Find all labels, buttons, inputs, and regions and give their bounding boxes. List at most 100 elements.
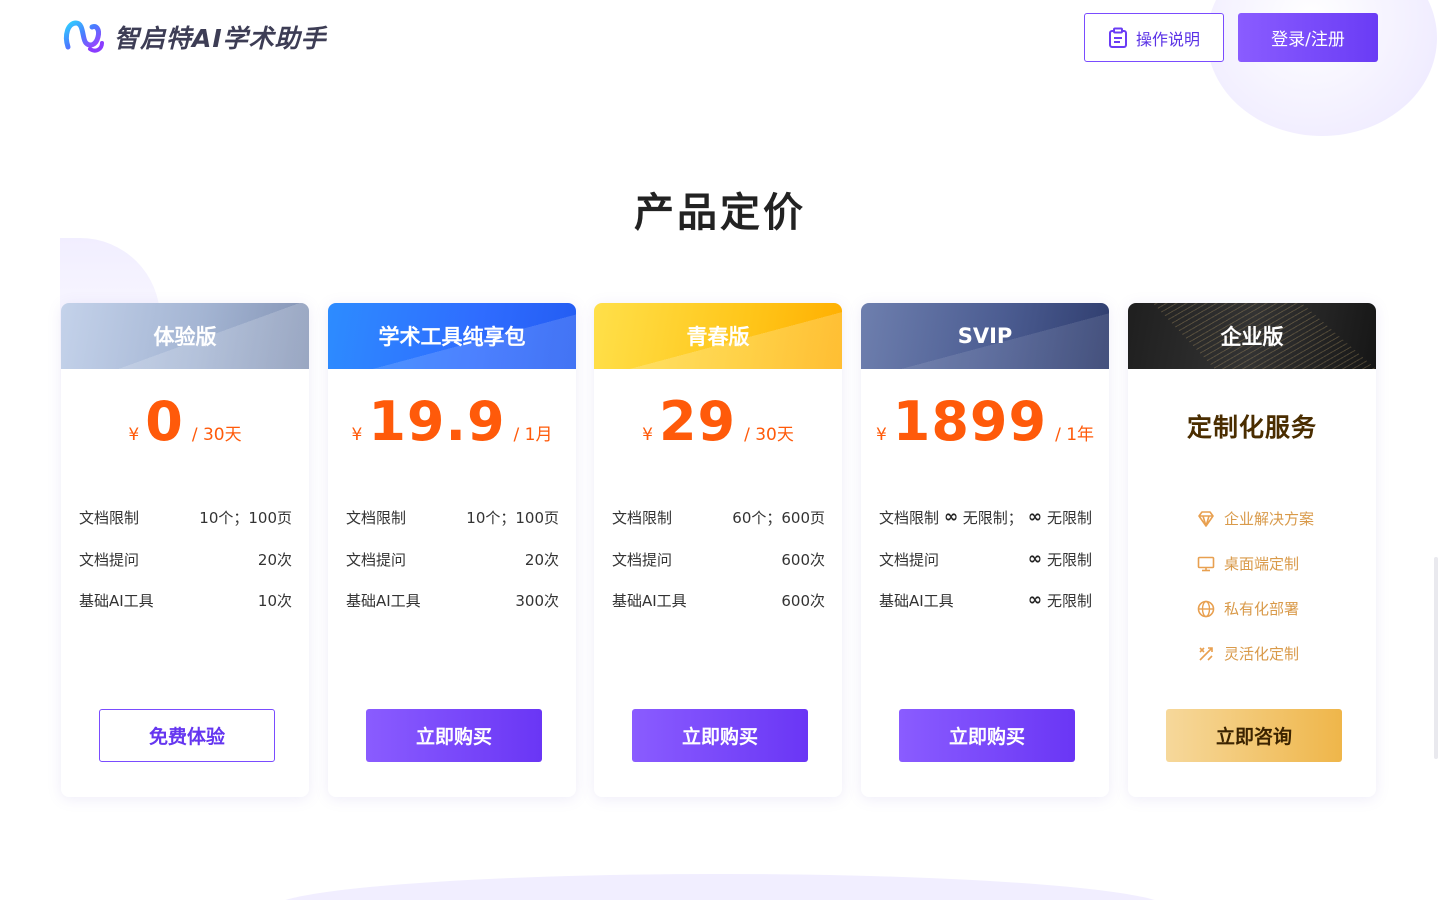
feature-value: 600次 — [781, 550, 825, 569]
feature-row: 基础AI工具 300次 — [346, 580, 559, 622]
buy-now-button[interactable]: 立即购买 — [632, 709, 808, 762]
buy-now-button[interactable]: 立即购买 — [366, 709, 542, 762]
top-header: 智启特AI学术助手 操作说明 登录/注册 — [0, 0, 1440, 75]
infinity-icon: ∞ — [1027, 507, 1042, 528]
feature-value-group: ∞ 无限制 — [1028, 549, 1092, 570]
service-label: 企业解决方案 — [1224, 510, 1315, 528]
enterprise-service-list: 企业解决方案 桌面端定制 私有化部署 灵活化定制 — [1196, 496, 1314, 676]
plan-name: 学术工具纯享包 — [378, 325, 526, 349]
feature-value: 10个；100页 — [199, 509, 292, 528]
plan-card-trial: 体验版 ¥ 0 / 30天 文档限制 10个；100页 文档提问 20次 基础AI工… — [61, 303, 309, 797]
plan-price: ¥ 19.9 / 1月 — [328, 395, 576, 449]
diamond-icon — [1198, 510, 1214, 527]
feature-row: 文档提问 20次 — [346, 539, 559, 581]
feature-label: 基础AI工具 — [879, 592, 954, 611]
plan-header: 体验版 — [61, 303, 309, 369]
service-label: 灵活化定制 — [1224, 645, 1300, 663]
feature-label: 基础AI工具 — [79, 592, 154, 611]
feature-value: 20次 — [257, 550, 292, 569]
feature-label: 文档提问 — [612, 550, 673, 569]
service-label: 私有化部署 — [1224, 600, 1300, 618]
plan-name: 体验版 — [153, 325, 217, 349]
plan-header: 企业版 — [1128, 303, 1376, 369]
plan-card-svip: SVIP ¥ 1899 / 1年 文档限制 ∞ 无限制； ∞ 无限制 文档提问 ∞… — [861, 303, 1109, 797]
price-period: / 30天 — [191, 425, 242, 445]
price-amount: 1899 — [892, 390, 1048, 453]
feature-value: 无限制； — [962, 509, 1023, 528]
feature-label: 文档提问 — [346, 550, 407, 569]
feature-value: 10次 — [257, 592, 292, 611]
feature-row: 文档限制 10个；100页 — [346, 497, 559, 539]
plan-card-enterprise: 企业版 定制化服务 企业解决方案 桌面端定制 私有化部署 灵活化定制 立即咨询 — [1128, 303, 1376, 797]
plan-price: ¥ 0 / 30天 — [61, 395, 309, 449]
scrollbar[interactable] — [1434, 557, 1438, 759]
feature-row: 文档限制 ∞ 无限制； ∞ 无限制 — [879, 497, 1092, 539]
infinity-icon: ∞ — [1027, 590, 1042, 611]
tools-icon — [1199, 646, 1213, 661]
feature-row: 文档提问 20次 — [79, 539, 292, 581]
currency-symbol: ¥ — [351, 425, 363, 445]
enterprise-service-item: 灵活化定制 — [1196, 631, 1314, 676]
section-title: 产品定价 — [634, 190, 806, 236]
plan-card-academic-tools: 学术工具纯享包 ¥ 19.9 / 1月 文档限制 10个；100页 文档提问 20次… — [328, 303, 576, 797]
feature-list: 文档限制 10个；100页 文档提问 20次 基础AI工具 300次 — [346, 497, 559, 622]
enterprise-title: 定制化服务 — [1186, 413, 1317, 442]
feature-value: 20次 — [524, 550, 559, 569]
feature-label: 文档限制 — [346, 509, 407, 528]
clipboard-icon — [1108, 27, 1127, 48]
feature-row: 基础AI工具 10次 — [79, 580, 292, 622]
feature-value-group: 无限制； ∞ 无限制 — [963, 507, 1092, 528]
feature-row: 基础AI工具 600次 — [612, 580, 825, 622]
feature-label: 文档提问 — [879, 550, 940, 569]
price-amount: 29 — [658, 390, 737, 453]
enterprise-service-item: 私有化部署 — [1196, 586, 1314, 631]
monitor-icon — [1197, 556, 1215, 571]
feature-value: 600次 — [781, 592, 825, 611]
currency-symbol: ¥ — [642, 425, 653, 445]
infinity-icon: ∞ — [1027, 548, 1042, 569]
plan-price: ¥ 1899 / 1年 — [861, 395, 1109, 449]
logo-text: 智启特AI学术助手 — [114, 24, 327, 53]
plan-header: SVIP — [861, 303, 1109, 369]
globe-icon — [1197, 600, 1215, 617]
feature-value: 60个；600页 — [732, 509, 825, 528]
feature-label: 文档限制 — [612, 509, 673, 528]
service-label: 桌面端定制 — [1224, 555, 1300, 573]
feature-row: 基础AI工具 ∞ 无限制 — [879, 580, 1092, 622]
feature-row: 文档提问 ∞ 无限制 — [879, 539, 1092, 581]
price-period: / 1月 — [513, 425, 553, 445]
plan-header: 青春版 — [594, 303, 842, 369]
buy-now-button[interactable]: 立即购买 — [899, 709, 1075, 762]
currency-symbol: ¥ — [875, 425, 887, 445]
feature-list: 文档限制 ∞ 无限制； ∞ 无限制 文档提问 ∞ 无限制 基础AI工具 ∞ 无限制 — [879, 497, 1092, 622]
free-trial-button[interactable]: 免费体验 — [99, 709, 275, 762]
plan-card-youth: 青春版 ¥ 29 / 30天 文档限制 60个；600页 文档提问 600次 基础A… — [594, 303, 842, 797]
price-amount: 0 — [145, 390, 184, 453]
feature-label-group: 文档限制 ∞ — [879, 507, 958, 528]
feature-value: 300次 — [515, 592, 559, 611]
logo[interactable]: 智启特AI学术助手 — [62, 17, 327, 57]
guide-button[interactable]: 操作说明 — [1084, 13, 1224, 62]
feature-list: 文档限制 10个；100页 文档提问 20次 基础AI工具 10次 — [79, 497, 292, 622]
enterprise-service-item: 桌面端定制 — [1196, 541, 1314, 586]
feature-list: 文档限制 60个；600页 文档提问 600次 基础AI工具 600次 — [612, 497, 825, 622]
feature-label: 文档限制 — [79, 509, 140, 528]
decorative-blob-bottom — [270, 874, 1170, 900]
infinity-icon: ∞ — [944, 507, 959, 528]
price-amount: 19.9 — [368, 390, 506, 453]
plan-price: ¥ 29 / 30天 — [594, 395, 842, 449]
feature-row: 文档限制 10个；100页 — [79, 497, 292, 539]
feature-value: 无限制 — [1046, 509, 1092, 528]
plan-name: 企业版 — [1220, 325, 1284, 349]
feature-row: 文档提问 600次 — [612, 539, 825, 581]
plan-name: SVIP — [957, 324, 1013, 348]
feature-label: 基础AI工具 — [612, 592, 687, 611]
plan-header: 学术工具纯享包 — [328, 303, 576, 369]
feature-row: 文档限制 60个；600页 — [612, 497, 825, 539]
consult-now-button[interactable]: 立即咨询 — [1166, 709, 1342, 762]
feature-value-group: ∞ 无限制 — [1028, 590, 1092, 611]
guide-button-label: 操作说明 — [1135, 29, 1200, 49]
login-button[interactable]: 登录/注册 — [1238, 13, 1378, 62]
feature-label: 文档提问 — [79, 550, 140, 569]
currency-symbol: ¥ — [128, 425, 140, 445]
